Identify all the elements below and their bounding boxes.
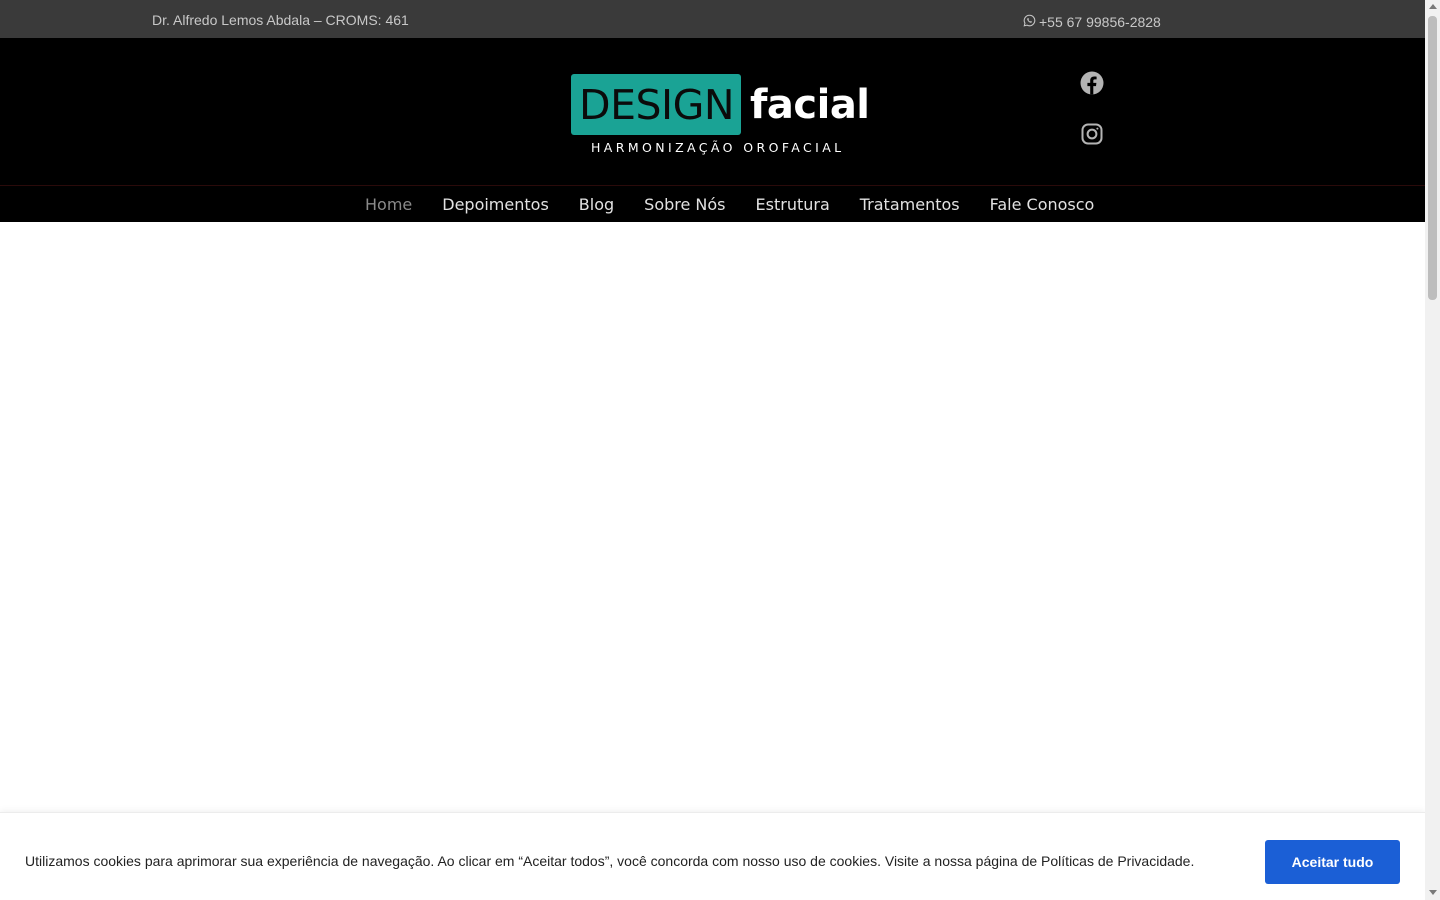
cookie-message: Utilizamos cookies para aprimorar sua ex…	[25, 853, 1195, 869]
facebook-icon	[1080, 71, 1104, 95]
scrollbar-thumb[interactable]	[1428, 16, 1437, 300]
page-scrollbar[interactable]	[1425, 0, 1440, 900]
scroll-down-arrow-icon[interactable]	[1429, 890, 1437, 895]
nav-item-estrutura[interactable]: Estrutura	[741, 195, 845, 214]
nav-item-depoimentos[interactable]: Depoimentos	[427, 195, 564, 214]
logo-word-facial: facial	[750, 82, 870, 128]
phone-number: +55 67 99856-2828	[1039, 14, 1161, 30]
instagram-link[interactable]	[1080, 122, 1104, 146]
instagram-icon	[1080, 122, 1104, 146]
nav-menu: Home Depoimentos Blog Sobre Nós Estrutur…	[350, 186, 1109, 223]
nav-item-tratamentos[interactable]: Tratamentos	[845, 195, 975, 214]
accept-all-button[interactable]: Aceitar tudo	[1265, 840, 1400, 884]
cookie-banner: Utilizamos cookies para aprimorar sua ex…	[0, 812, 1425, 900]
main-navigation: Home Depoimentos Blog Sobre Nós Estrutur…	[0, 185, 1425, 222]
nav-item-fale-conosco[interactable]: Fale Conosco	[975, 195, 1110, 214]
phone-link[interactable]: +55 67 99856-2828	[1023, 14, 1161, 30]
logo-word-design: DESIGN	[579, 81, 735, 129]
nav-item-sobre-nos[interactable]: Sobre Nós	[629, 195, 740, 214]
site-header: DESIGN facial HARMONIZAÇÃO OROFACIAL	[0, 38, 1425, 185]
page: Dr. Alfredo Lemos Abdala – CROMS: 461 +5…	[0, 0, 1425, 900]
facebook-link[interactable]	[1080, 71, 1104, 95]
doctor-credentials: Dr. Alfredo Lemos Abdala – CROMS: 461	[152, 12, 409, 28]
site-logo[interactable]: DESIGN facial HARMONIZAÇÃO OROFACIAL	[571, 74, 870, 158]
logo-tagline: HARMONIZAÇÃO OROFACIAL	[591, 140, 845, 155]
nav-item-blog[interactable]: Blog	[564, 195, 629, 214]
top-bar: Dr. Alfredo Lemos Abdala – CROMS: 461 +5…	[0, 0, 1425, 38]
scroll-up-arrow-icon[interactable]	[1429, 4, 1437, 9]
whatsapp-icon	[1023, 14, 1036, 30]
nav-item-home[interactable]: Home	[350, 195, 427, 214]
